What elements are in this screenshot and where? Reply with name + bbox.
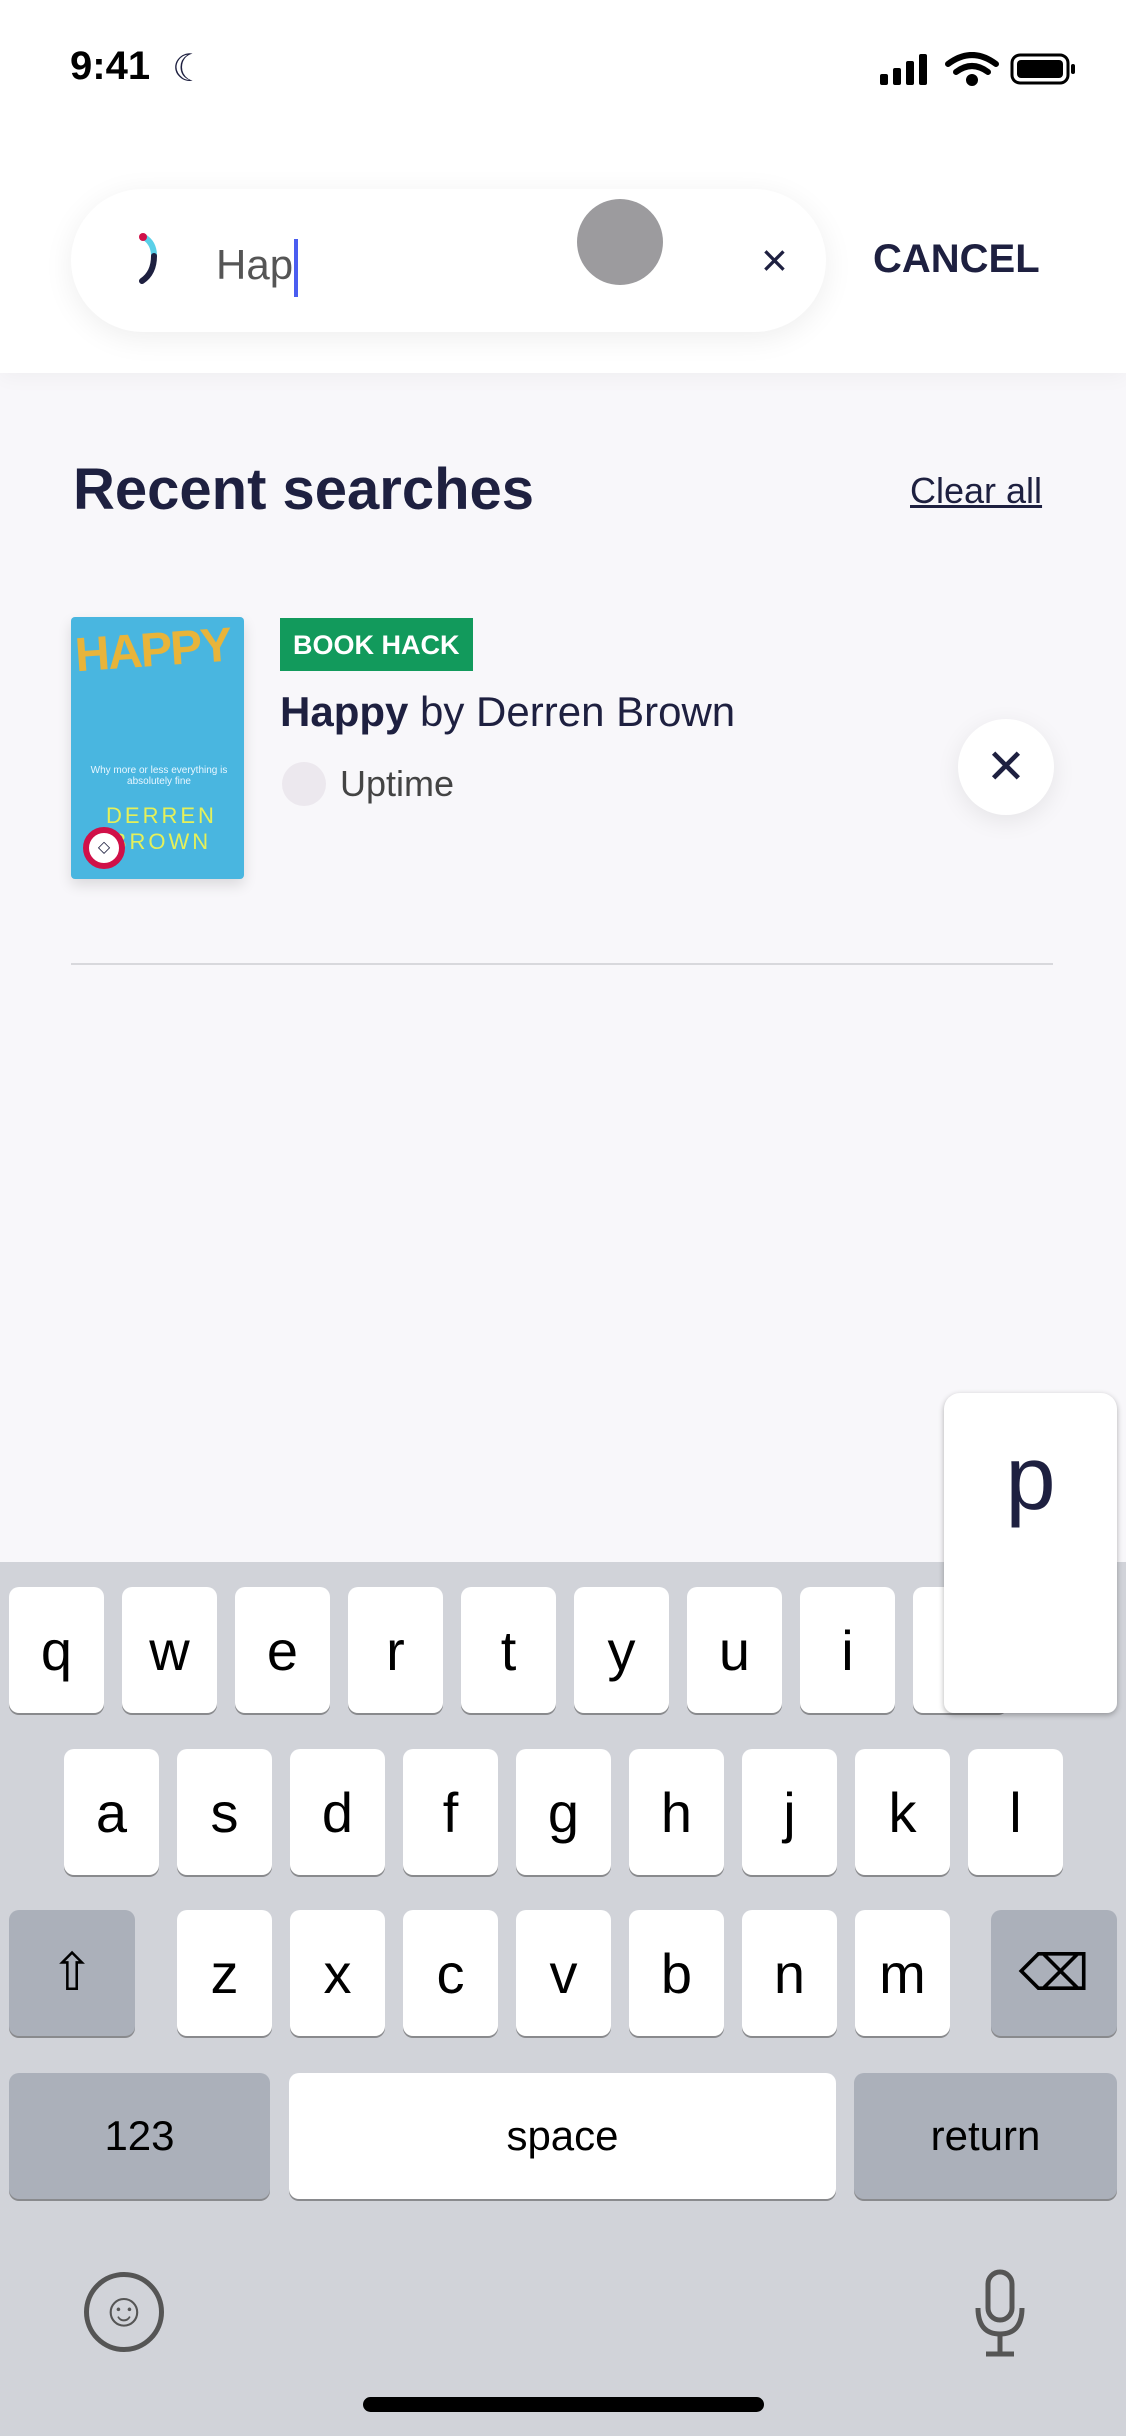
key-m[interactable]: m (855, 1910, 950, 2036)
key-i[interactable]: i (800, 1587, 895, 1713)
book-cover[interactable]: HAPPY Why more or less everything is abs… (71, 617, 244, 879)
emoji-icon[interactable]: ☺ (84, 2272, 164, 2352)
cover-title: HAPPY (73, 618, 233, 683)
key-u[interactable]: u (687, 1587, 782, 1713)
key-e[interactable]: e (235, 1587, 330, 1713)
key-s[interactable]: s (177, 1749, 272, 1875)
key-d[interactable]: d (290, 1749, 385, 1875)
home-indicator (363, 2397, 764, 2412)
cover-tagline: Why more or less everything is absolutel… (90, 765, 228, 787)
book-author: by Derren Brown (408, 688, 736, 735)
key-h[interactable]: h (629, 1749, 724, 1875)
uptime-logo-icon (282, 762, 326, 806)
key-f[interactable]: f (403, 1749, 498, 1875)
clear-search-icon[interactable]: × (761, 233, 788, 287)
signal-icon (880, 54, 927, 85)
search-query: Hap (216, 241, 294, 289)
book-hack-badge: BOOK HACK (280, 618, 473, 671)
search-input[interactable]: Hap × (71, 189, 826, 332)
touch-indicator (577, 199, 663, 285)
key-n[interactable]: n (742, 1910, 837, 2036)
clear-all-link[interactable]: Clear all (910, 470, 1042, 512)
key-c[interactable]: c (403, 1910, 498, 2036)
cancel-button[interactable]: CANCEL (873, 237, 1040, 282)
key-popup: p (944, 1393, 1117, 1713)
backspace-key[interactable]: ⌫ (991, 1910, 1117, 2036)
status-time: 9:41 (70, 44, 151, 88)
shift-icon: ⇧ (50, 1944, 94, 2002)
backspace-icon: ⌫ (1018, 1945, 1090, 2001)
key-t[interactable]: t (461, 1587, 556, 1713)
numbers-key[interactable]: 123 (9, 2073, 270, 2199)
key-x[interactable]: x (290, 1910, 385, 2036)
shift-key[interactable]: ⇧ (9, 1910, 135, 2036)
moon-icon: ☾ (172, 48, 207, 90)
text-cursor (294, 239, 299, 297)
divider (71, 963, 1053, 965)
diamond-icon: ◇ (83, 827, 125, 869)
microphone-icon[interactable] (970, 2268, 1030, 2360)
recent-searches-heading: Recent searches (73, 457, 535, 522)
book-title: Happy (280, 688, 409, 735)
status-icons (880, 52, 1075, 86)
key-k[interactable]: k (855, 1749, 950, 1875)
key-a[interactable]: a (64, 1749, 159, 1875)
return-key[interactable]: return (854, 2073, 1117, 2199)
key-l[interactable]: l (968, 1749, 1063, 1875)
remove-recent-button[interactable]: ✕ (958, 719, 1054, 815)
recent-item-title[interactable]: Happy by Derren Brown (280, 688, 735, 736)
key-w[interactable]: w (122, 1587, 217, 1713)
battery-icon (1010, 53, 1075, 85)
loading-spinner-icon (139, 233, 157, 284)
wifi-icon (945, 52, 999, 86)
key-j[interactable]: j (742, 1749, 837, 1875)
space-key[interactable]: space (289, 2073, 836, 2199)
key-z[interactable]: z (177, 1910, 272, 2036)
key-b[interactable]: b (629, 1910, 724, 2036)
key-g[interactable]: g (516, 1749, 611, 1875)
key-r[interactable]: r (348, 1587, 443, 1713)
source-label: Uptime (340, 763, 455, 804)
key-v[interactable]: v (516, 1910, 611, 2036)
close-icon: ✕ (985, 741, 1027, 794)
key-y[interactable]: y (574, 1587, 669, 1713)
key-q[interactable]: q (9, 1587, 104, 1713)
